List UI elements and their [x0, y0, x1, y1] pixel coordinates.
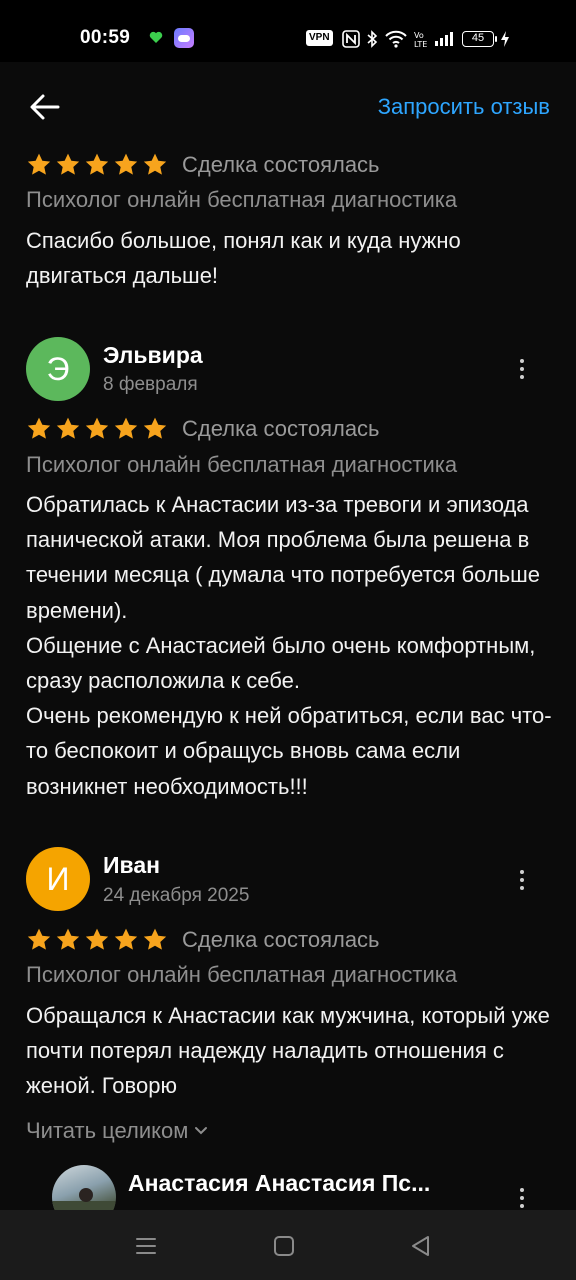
star-icon — [56, 417, 80, 439]
deal-status: Сделка состоялась — [182, 416, 380, 441]
heart-icon — [149, 31, 163, 43]
more-vertical-icon — [520, 870, 524, 874]
more-vertical-icon — [520, 1188, 524, 1192]
star-rating — [26, 927, 168, 953]
star-icon — [27, 928, 51, 950]
review-text: Обращался к Анастасии как мужчина, котор… — [26, 1003, 550, 1099]
read-more-label: Читать целиком — [26, 1118, 189, 1143]
star-icon — [56, 928, 80, 950]
bluetooth-icon — [367, 30, 378, 48]
review-text: Обратилась к Анастасии из-за тревоги и э… — [26, 492, 552, 799]
signal-icon — [435, 32, 453, 46]
star-icon — [114, 417, 138, 439]
svg-text:LTE: LTE — [414, 40, 427, 48]
home-icon[interactable] — [270, 1232, 298, 1260]
avatar: И — [26, 847, 90, 911]
star-icon — [114, 928, 138, 950]
svg-text:Vo: Vo — [414, 31, 424, 40]
rating-row: Сделка состоялась — [26, 152, 380, 178]
status-icons: Vo LTE 45 — [342, 27, 510, 51]
star-icon — [114, 153, 138, 175]
menu-icon[interactable] — [132, 1232, 160, 1260]
nfc-icon — [342, 30, 360, 48]
star-icon — [143, 928, 167, 950]
star-icon — [143, 153, 167, 175]
star-rating — [26, 152, 168, 178]
charging-icon — [501, 31, 509, 47]
service-name: Психолог онлайн бесплатная диагностика — [26, 452, 458, 477]
system-nav-bar — [0, 1210, 576, 1280]
star-icon — [27, 153, 51, 175]
reply-author-name: Анастасия Анастасия Пс... — [128, 1170, 431, 1196]
back-arrow-icon[interactable] — [28, 90, 62, 124]
author-name: Иван — [103, 852, 161, 878]
app-notification-icon — [174, 28, 194, 48]
deal-status: Сделка состоялась — [182, 152, 380, 177]
back-triangle-icon[interactable] — [407, 1232, 435, 1260]
wifi-icon — [385, 30, 407, 48]
star-icon — [27, 417, 51, 439]
reviews-list[interactable]: Сделка состоялась Психолог онлайн беспла… — [0, 140, 576, 1210]
author-name: Эльвира — [103, 342, 203, 368]
star-icon — [85, 928, 109, 950]
deal-status: Сделка состоялась — [182, 927, 380, 952]
more-options-button[interactable] — [508, 353, 536, 385]
service-name: Психолог онлайн бесплатная диагностика — [26, 962, 458, 987]
star-icon — [56, 153, 80, 175]
avatar — [52, 1165, 116, 1210]
status-time: 00:59 — [80, 27, 131, 48]
battery-icon: 45 — [462, 31, 497, 47]
star-icon — [85, 417, 109, 439]
avatar: Э — [26, 337, 90, 401]
service-name: Психолог онлайн бесплатная диагностика — [26, 187, 458, 212]
star-rating — [26, 416, 168, 442]
more-options-button[interactable] — [508, 1182, 536, 1210]
vpn-badge: VPN — [306, 30, 333, 46]
chevron-down-icon — [195, 1127, 208, 1135]
star-icon — [143, 417, 167, 439]
review-text: Спасибо большое, понял как и куда нужно … — [26, 228, 461, 289]
more-options-button[interactable] — [508, 864, 536, 896]
more-vertical-icon — [520, 359, 524, 363]
status-bar: 00:59 VPN Vo LTE 45 — [0, 0, 576, 62]
read-more-button[interactable]: Читать целиком — [26, 1118, 208, 1144]
request-review-button[interactable]: Запросить отзыв — [378, 94, 550, 120]
review-date: 24 декабря 2025 — [103, 885, 250, 906]
star-icon — [85, 153, 109, 175]
rating-row: Сделка состоялась — [26, 416, 380, 442]
rating-row: Сделка состоялась — [26, 927, 380, 953]
avatar-photo — [52, 1188, 116, 1210]
review-date: 8 февраля — [103, 374, 198, 395]
volte-icon: VoLTE — [414, 31, 427, 48]
